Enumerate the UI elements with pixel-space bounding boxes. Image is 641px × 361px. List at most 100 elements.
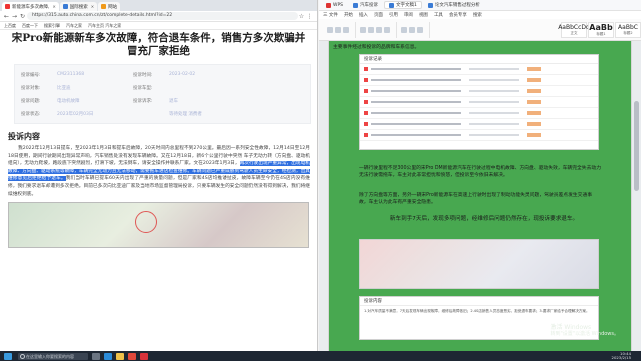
document-canvas[interactable]: 主要事件经过和投诉的品牌和车系信息。 投诉记录 一辆行驶里程不足300公里的宋P…: [319, 41, 641, 351]
browser-tab-bar: 新能源车多次故障, ✕ 国际搜索 ✕ 网站: [0, 0, 317, 11]
word-tab-active[interactable]: 文字文稿1: [384, 1, 422, 9]
record-icon: [364, 122, 368, 126]
forward-icon[interactable]: →: [11, 13, 18, 20]
section-heading: 投诉内容: [8, 132, 40, 141]
bullets-icon[interactable]: [417, 26, 423, 33]
doc-icon: [427, 2, 433, 8]
placeholder-line: [371, 78, 461, 82]
status-badge: [527, 100, 541, 104]
info-value[interactable]: 比亚迪: [57, 85, 133, 91]
system-tray[interactable]: 10:44 2023/2/15: [612, 352, 641, 360]
menu-item[interactable]: 插入: [359, 12, 368, 18]
chrome-icon[interactable]: [128, 352, 136, 360]
doc-icon: [389, 2, 395, 8]
menu-item[interactable]: 会员专享: [449, 12, 467, 18]
folder-icon[interactable]: [116, 352, 124, 360]
back-icon[interactable]: ←: [3, 13, 10, 20]
word-tab[interactable]: 论文汽车销售过程分析: [424, 1, 484, 9]
browser-tab-complaint[interactable]: 新能源车多次故障, ✕: [2, 2, 59, 11]
vertical-scrollbar[interactable]: [634, 101, 639, 191]
taskbar-search-input[interactable]: 在这里输入你要搜索的内容: [18, 352, 88, 360]
browser-tab-site[interactable]: 网站: [98, 2, 121, 11]
word-window: WPS 汽车投诉 文字文稿1 论文汽车销售过程分析 三 文件 开始 插入 页面 …: [319, 0, 641, 351]
info-value: 等待处理 消费者: [169, 111, 202, 117]
record-icon: [364, 67, 368, 71]
close-tab-icon[interactable]: ✕: [91, 4, 94, 9]
menu-icon[interactable]: ⋮: [306, 13, 313, 20]
align-left-icon[interactable]: [401, 26, 407, 33]
site-favicon-icon: [62, 4, 68, 9]
menu-item[interactable]: 三 文件: [323, 12, 338, 18]
bookmark-item[interactable]: 搜索引擎: [44, 23, 60, 29]
placeholder-line: [469, 67, 519, 71]
bookmark-item[interactable]: 汽车主页 汽车之家: [88, 23, 121, 29]
left-ruler: [319, 41, 329, 351]
bookmark-item[interactable]: 汽车之家: [66, 23, 82, 29]
menu-item[interactable]: 视图: [419, 12, 428, 18]
align-center-icon[interactable]: [409, 26, 415, 33]
bold-icon[interactable]: [360, 26, 366, 33]
browser-tab-search[interactable]: 国际搜索 ✕: [59, 2, 98, 11]
menu-item[interactable]: 工具: [434, 12, 443, 18]
style-normal[interactable]: AaBbCcDd 正文: [558, 21, 590, 38]
record-icon: [364, 89, 368, 93]
record-icon: [364, 111, 368, 115]
site-favicon-icon: [5, 4, 10, 9]
article-title: 宋Pro新能源新车多次故障，符合退车条件，销售方多次欺骗并冒充厂家拒绝: [11, 32, 306, 57]
record-row: [360, 108, 598, 119]
tab-label: 新能源车多次故障,: [12, 4, 50, 10]
info-label: 投诉问题:: [21, 98, 41, 104]
wps-icon[interactable]: [140, 352, 148, 360]
cut-icon[interactable]: [335, 26, 341, 33]
complaint-info-box: 投诉编号: CM2311368 投诉时间: 2023-02-02 投诉对象: 比…: [14, 64, 311, 124]
screenshot-card: 投诉记录: [359, 54, 599, 150]
menu-item[interactable]: 引用: [389, 12, 398, 18]
menu-item[interactable]: 开始: [344, 12, 353, 18]
placeholder-line: [371, 89, 461, 93]
word-menu: 三 文件 开始 插入 页面 引用 审阅 视图 工具 会员专享 搜索: [319, 11, 641, 19]
menu-item[interactable]: 页面: [374, 12, 383, 18]
star-icon[interactable]: ☆: [298, 13, 305, 20]
doc-paragraph: 新车到手7天后，发现多项问题，经维修后问题仍然存在，现投诉要求退车。: [389, 216, 579, 222]
placeholder-line: [469, 89, 519, 93]
styles-gallery: AaBbCcDd 正文 AaBb 标题1 AaBbC 标题2: [558, 21, 641, 38]
info-row: 投诉对象: 比亚迪 投诉车型:: [21, 81, 304, 94]
start-icon[interactable]: [4, 352, 12, 360]
info-label: 投诉车型:: [133, 85, 153, 91]
bookmark-item[interactable]: 百度一下: [22, 23, 38, 29]
info-value: 2023-02-02: [169, 72, 196, 77]
underline-icon[interactable]: [376, 26, 382, 33]
wps-icon: [326, 2, 331, 8]
menu-item[interactable]: 搜索: [473, 12, 482, 18]
refresh-icon[interactable]: ↻: [19, 13, 26, 20]
status-badge: [527, 67, 541, 71]
style-heading2[interactable]: AaBbC 标题2: [615, 21, 641, 38]
edge-icon[interactable]: [104, 352, 112, 360]
bookmarks-bar: 上百度 百度一下 搜索引擎 汽车之家 汽车主页 汽车之家: [0, 22, 317, 30]
placeholder-line: [469, 111, 519, 115]
record-row: [360, 130, 598, 141]
copy-icon[interactable]: [343, 26, 349, 33]
italic-icon[interactable]: [368, 26, 374, 33]
evidence-image[interactable]: [8, 202, 309, 249]
info-row: 投诉状态: 2023年02月03日 等待处理 消费者: [21, 107, 304, 120]
paste-icon[interactable]: [327, 26, 333, 33]
word-tab[interactable]: 汽车投诉: [349, 1, 382, 9]
complaint-photo: [359, 239, 599, 289]
url-input[interactable]: https://315.auto.china.com.cn/zt/complet…: [27, 12, 298, 20]
task-view-icon[interactable]: [92, 352, 100, 360]
placeholder-line: [371, 122, 461, 126]
menu-item[interactable]: 审阅: [404, 12, 413, 18]
info-value: CM2311368: [57, 72, 85, 77]
placeholder-line: [371, 111, 461, 115]
word-tab[interactable]: WPS: [322, 1, 347, 9]
tab-label: WPS: [333, 2, 344, 8]
bookmark-item[interactable]: 上百度: [4, 23, 16, 29]
font-color-icon[interactable]: [384, 26, 390, 33]
close-tab-icon[interactable]: ✕: [52, 4, 55, 9]
ribbon-toolbar: AaBbCcDd 正文 AaBb 标题1 AaBbC 标题2: [319, 19, 641, 41]
style-heading1[interactable]: AaBb 标题1: [588, 21, 614, 38]
taskbar: 在这里输入你要搜索的内容 10:44 2023/2/15: [0, 351, 641, 361]
info-value: 电动机故障: [57, 98, 80, 104]
doc-paragraph: 除了方向盘等方面，另外一辆宋Pro新能源车在高速上行驶时出现了制动功能失灵问题，…: [359, 193, 593, 206]
